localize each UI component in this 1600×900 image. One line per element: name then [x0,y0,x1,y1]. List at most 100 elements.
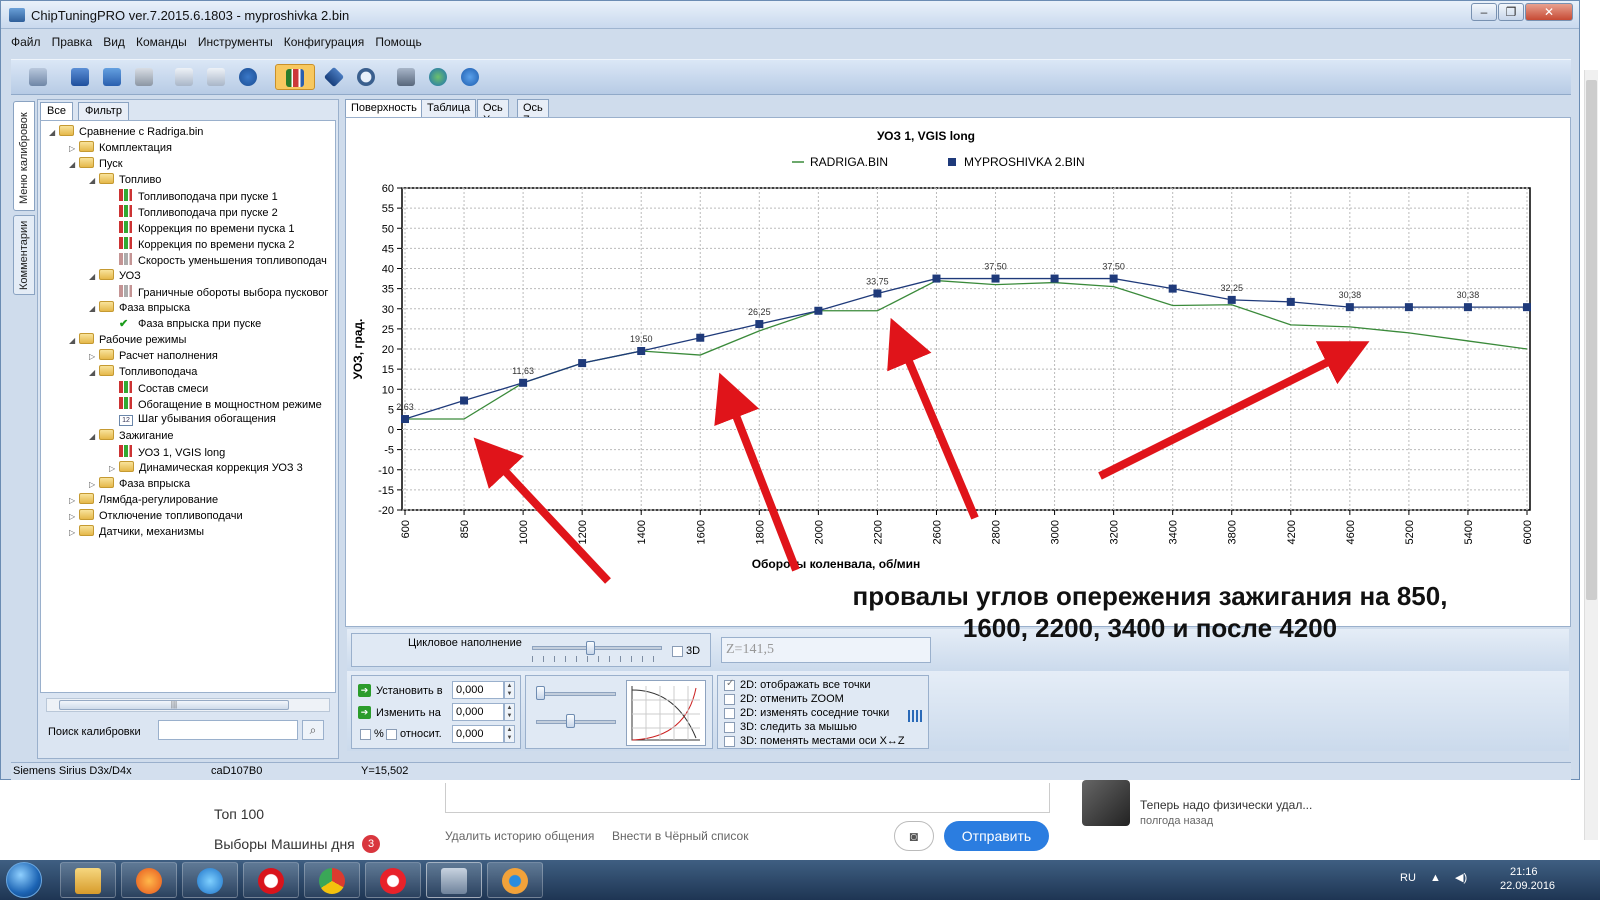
expander-icon[interactable]: ▷ [89,480,99,489]
opera-task[interactable] [243,862,299,898]
expander-icon[interactable]: ◢ [49,128,59,137]
tab-all[interactable]: Все [40,102,73,120]
volume-icon[interactable]: ◀) [1455,871,1467,884]
save-icon[interactable] [67,64,93,90]
relative-value-input[interactable]: 0,000 [452,725,504,743]
firefox-task[interactable] [121,862,177,898]
menu-edit[interactable]: Правка [52,35,93,49]
tab-filter[interactable]: Фильтр [78,102,129,120]
globe-icon[interactable] [425,64,451,90]
option-checkbox-5[interactable] [724,736,735,747]
tree-item[interactable]: ◢ УОЗ [89,269,141,285]
tree-item[interactable]: Обогащение в мощностном режиме [109,397,322,413]
menu-file[interactable]: Файл [11,35,41,49]
3d-checkbox[interactable] [672,646,683,657]
menu-config[interactable]: Конфигурация [284,35,365,49]
compare-icon[interactable] [275,64,315,90]
blacklist-link[interactable]: Внести в Чёрный список [612,829,748,843]
clock-date[interactable]: 22.09.2016 [1500,880,1555,892]
slider-knob[interactable] [536,686,545,700]
expander-icon[interactable]: ◢ [89,176,99,185]
expander-icon[interactable]: ▷ [109,464,119,473]
avatar[interactable] [1082,780,1130,826]
yandex-task[interactable] [365,862,421,898]
option-checkbox-3[interactable] [724,708,735,719]
search-input[interactable] [158,720,298,740]
expander-icon[interactable]: ▷ [69,528,79,537]
search-icon[interactable]: ⌕ [302,720,324,740]
change-value-input[interactable]: 0,000 [452,703,504,721]
tree-item[interactable]: ◢ Топливо [89,173,161,189]
tree-item[interactable]: ◢ Зажигание [89,429,174,445]
page-scrollbar[interactable] [1584,70,1598,840]
car-of-day-link[interactable]: Выборы Машины дня [214,836,355,852]
tree-item[interactable]: Скорость уменьшения топливоподач [109,253,327,269]
expander-icon[interactable]: ▷ [69,144,79,153]
tree-horizontal-scrollbar[interactable]: ||| [46,698,330,712]
close-button[interactable]: ✕ [1525,3,1573,21]
expander-icon[interactable]: ◢ [89,368,99,377]
expander-icon[interactable]: ▷ [69,512,79,521]
top100-link[interactable]: Топ 100 [214,806,264,822]
tools-icon[interactable] [393,64,419,90]
slider-knob[interactable] [586,641,595,655]
curve-slider-2[interactable] [536,720,616,724]
percent-checkbox[interactable] [360,729,371,740]
set-arrow-icon[interactable]: ➔ [358,684,371,697]
tree-item[interactable]: ◢ Рабочие режимы [69,333,186,349]
message-input[interactable] [445,783,1050,813]
start-button[interactable] [6,862,42,898]
help-icon[interactable] [457,64,483,90]
option-checkbox-2[interactable] [724,694,735,705]
scrollbar-thumb[interactable]: ||| [59,700,289,710]
cycle-filling-slider[interactable] [532,646,662,650]
message-preview[interactable]: Теперь надо физически удал... [1140,798,1312,812]
tree-item[interactable]: ▷ Расчет наполнения [89,349,218,365]
slider-knob[interactable] [566,714,575,728]
expander-icon[interactable]: ▷ [69,496,79,505]
option-checkbox-4[interactable] [724,722,735,733]
tree-item[interactable]: ◢ Топливоподача [89,365,197,381]
expander-icon[interactable]: ◢ [89,272,99,281]
maximize-button[interactable]: ❐ [1498,3,1524,21]
ie-task[interactable] [182,862,238,898]
change-value-spinner[interactable]: ▲ ▼ [504,703,515,721]
minimize-button[interactable]: – [1471,3,1497,21]
set-value-spinner[interactable]: ▲ ▼ [504,681,515,699]
undo-icon[interactable] [235,64,261,90]
expander-icon[interactable]: ◢ [69,160,79,169]
tree-item[interactable]: Топливоподача при пуске 1 [109,189,278,205]
tree-item[interactable]: ▷ Отключение топливоподачи [69,509,243,525]
tree-item[interactable]: ◢ Сравнение с Radriga.bin [49,125,203,141]
open-icon[interactable] [25,64,51,90]
menu-view[interactable]: Вид [103,35,125,49]
tree-item[interactable]: ▷ Динамическая коррекция УОЗ 3 [109,461,303,477]
tree-item[interactable]: ◢ Пуск [69,157,123,173]
scrollbar-thumb[interactable] [1586,80,1597,600]
curve-slider-1[interactable] [536,692,616,696]
tab-axis-z[interactable]: Ось Z [517,99,549,126]
delete-history-link[interactable]: Удалить историю общения [445,829,594,843]
explorer-task[interactable] [60,862,116,898]
curve-preview-icon[interactable] [626,680,706,746]
tab-table[interactable]: Таблица [421,99,477,117]
tree-item[interactable]: ▷ Комплектация [69,141,172,157]
copy-icon[interactable] [171,64,197,90]
tree-item[interactable]: Коррекция по времени пуска 1 [109,221,295,237]
send-button[interactable]: Отправить [944,821,1049,851]
change-arrow-icon[interactable]: ➔ [358,706,371,719]
save-as-icon[interactable] [99,64,125,90]
tree-item[interactable]: ◢ Фаза впрыска [89,301,190,317]
title-bar[interactable]: ChipTuningPRO ver.7.2015.6.1803 - mypros… [1,1,1579,29]
expander-icon[interactable]: ◢ [89,304,99,313]
camera-icon[interactable]: ◙ [894,821,934,851]
relative-checkbox[interactable] [386,729,397,740]
tree-item[interactable]: Коррекция по времени пуска 2 [109,237,295,253]
set-value-input[interactable]: 0,000 [452,681,504,699]
tree-item[interactable]: Состав смеси [109,381,208,397]
tree-item[interactable]: УОЗ 1, VGIS long [109,445,225,461]
grid-icon[interactable] [908,710,922,722]
tree-item[interactable]: ▷ Лямбда-регулирование [69,493,218,509]
line-chart[interactable]: 605550454035302520151050-5-10-15-20600 85… [346,118,1572,628]
option-checkbox-1[interactable] [724,678,735,691]
